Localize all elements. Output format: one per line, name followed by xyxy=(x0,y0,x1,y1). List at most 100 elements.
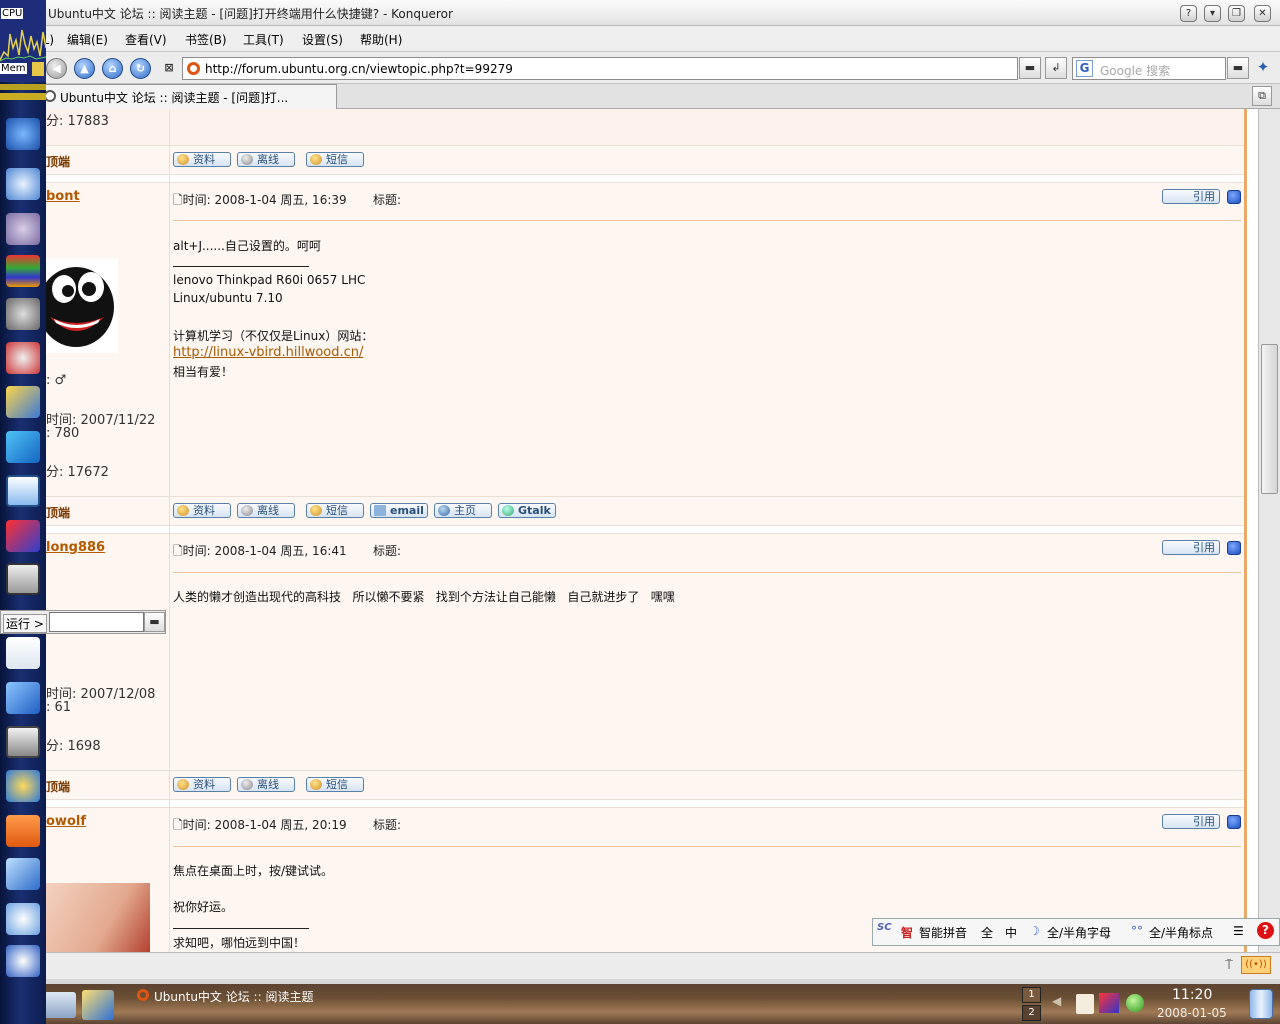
offline-button[interactable]: 离线 xyxy=(237,152,295,167)
menu-settings[interactable]: 设置(S) xyxy=(302,31,343,48)
edit-post-icon[interactable] xyxy=(1227,815,1241,829)
post-body: 焦点在桌面上时，按/键试试。 xyxy=(173,864,334,878)
maximize-icon[interactable]: ❐ xyxy=(1228,5,1245,22)
search-dropdown-icon[interactable]: ▬ xyxy=(1227,57,1249,79)
location-bar[interactable]: http://forum.ubuntu.org.cn/viewtopic.php… xyxy=(182,57,1018,80)
terminal-icon[interactable] xyxy=(6,563,40,595)
window-list-icon[interactable] xyxy=(6,726,40,758)
puzzle-icon[interactable] xyxy=(6,431,40,463)
pm-button[interactable]: 短信 xyxy=(306,503,364,518)
scrollbar-thumb[interactable] xyxy=(1261,344,1278,494)
home-icon[interactable] xyxy=(6,815,40,847)
edit-post-icon[interactable] xyxy=(1227,190,1241,204)
rss-feed-icon[interactable]: ((•)) xyxy=(1241,956,1271,974)
post-username[interactable]: owolf xyxy=(46,814,86,829)
post-username[interactable]: long886 xyxy=(46,540,105,555)
window-title-bar[interactable]: Ubuntu中文 论坛 :: 阅读主题 - [问题]打开终端用什么快捷键? - … xyxy=(0,0,1280,26)
desktop-2[interactable]: 2 xyxy=(1022,1005,1041,1021)
books-icon[interactable] xyxy=(6,255,40,287)
search-field[interactable]: G Google 搜索 xyxy=(1072,57,1226,80)
location-url[interactable]: http://forum.ubuntu.org.cn/viewtopic.php… xyxy=(205,62,513,76)
ime-chinese[interactable]: 中 xyxy=(1005,924,1017,941)
location-dropdown-icon[interactable]: ▬ xyxy=(1019,57,1041,79)
ime-toolbar[interactable]: SC 智 智能拼音 全 中 ☽ 全/半角字母 °° 全/半角标点 ☰ ? xyxy=(872,918,1280,946)
desktop-1[interactable]: 1 xyxy=(1022,987,1041,1003)
minimize-icon[interactable]: ▾ xyxy=(1204,5,1221,22)
run-dropdown-icon[interactable]: ▬ xyxy=(144,612,165,632)
pidgin-icon[interactable] xyxy=(6,213,40,245)
tray-arrow-icon[interactable]: ◀ xyxy=(1052,994,1066,1012)
igloo-icon[interactable] xyxy=(6,903,40,935)
kde-network-icon[interactable] xyxy=(6,945,40,977)
back-to-top-link[interactable]: 顶端 xyxy=(46,778,70,795)
klipper-icon[interactable] xyxy=(1076,994,1094,1014)
post-username[interactable]: bont xyxy=(46,189,80,204)
offline-button[interactable]: 离线 xyxy=(237,777,295,792)
email-button[interactable]: email xyxy=(370,503,428,518)
menu-edit[interactable]: 编辑(E) xyxy=(67,31,108,48)
tray-app-icon[interactable] xyxy=(1099,993,1119,1013)
reload-icon[interactable]: ↻ xyxy=(130,58,151,79)
home-nav-icon[interactable]: ⌂ xyxy=(102,58,123,79)
help-icon[interactable]: ? xyxy=(1180,5,1197,22)
pm-button[interactable]: 短信 xyxy=(306,152,364,167)
edit-post-icon[interactable] xyxy=(1227,541,1241,555)
close-icon[interactable]: ✕ xyxy=(1254,5,1271,22)
go-icon[interactable]: ↲ xyxy=(1045,57,1067,79)
text-editor-icon[interactable] xyxy=(6,637,40,669)
cpu-graph xyxy=(0,29,46,62)
clock-time[interactable]: 11:20 xyxy=(1172,987,1212,1003)
taskbar-task-konqueror[interactable]: Ubuntu中文 论坛 :: 阅读主题 xyxy=(132,986,332,1006)
package-icon[interactable] xyxy=(6,342,40,374)
search-placeholder[interactable]: Google 搜索 xyxy=(1100,62,1170,79)
ime-mode[interactable]: 智能拼音 xyxy=(919,924,967,941)
new-tab-icon[interactable]: ⧉ xyxy=(1252,86,1272,106)
ime-help-icon[interactable]: ? xyxy=(1257,922,1274,939)
run-input[interactable] xyxy=(49,612,144,632)
quote-button[interactable]: 引用 xyxy=(1162,814,1220,829)
profile-button[interactable]: 资料 xyxy=(173,152,231,167)
ime-full[interactable]: 全 xyxy=(981,924,993,941)
quote-button[interactable]: 引用 xyxy=(1162,540,1220,555)
ime-letter-width[interactable]: 全/半角字母 xyxy=(1047,924,1111,941)
menu-bookmarks[interactable]: 书签(B) xyxy=(185,31,227,48)
cleaner-icon[interactable] xyxy=(6,386,40,418)
pin-icon[interactable]: ⍑ xyxy=(1220,956,1238,974)
settings-icon[interactable] xyxy=(6,770,40,802)
back-to-top-link[interactable]: 顶端 xyxy=(46,153,70,170)
profile-button[interactable]: 资料 xyxy=(173,503,231,518)
gtalk-button[interactable]: Gtalk xyxy=(498,503,556,518)
vertical-scrollbar[interactable] xyxy=(1258,109,1280,952)
games-icon[interactable] xyxy=(6,298,40,330)
pm-button[interactable]: 短信 xyxy=(306,777,364,792)
menu-view[interactable]: 查看(V) xyxy=(125,31,167,48)
kpaint-icon[interactable] xyxy=(6,520,40,552)
system-monitor: CPU Mem xyxy=(0,0,46,82)
ime-setup-icon[interactable]: ☰ xyxy=(1233,924,1244,938)
signature-line: 计算机学习（不仅仅是Linux）网站： xyxy=(173,329,374,343)
offline-button[interactable]: 离线 xyxy=(237,503,295,518)
menu-tools[interactable]: 工具(T) xyxy=(243,31,284,48)
editor-launcher-icon[interactable] xyxy=(82,990,114,1020)
trash-icon[interactable] xyxy=(1249,989,1273,1019)
signature-link[interactable]: http://linux-vbird.hillwood.cn/ xyxy=(173,345,363,360)
tab-ubuntu-forum[interactable]: Ubuntu中文 论坛 :: 阅读主题 - [问题]打... xyxy=(40,84,337,109)
back-to-top-link[interactable]: 顶端 xyxy=(46,504,70,521)
file-manager-icon[interactable] xyxy=(6,858,40,890)
google-icon: G xyxy=(1076,60,1093,77)
sysmonitor-icon[interactable] xyxy=(6,475,40,507)
ime-punct-width[interactable]: 全/半角标点 xyxy=(1149,924,1213,941)
menu-help[interactable]: 帮助(H) xyxy=(360,31,402,48)
profile-button[interactable]: 资料 xyxy=(173,777,231,792)
clear-location-icon[interactable]: ⊠ xyxy=(158,58,180,80)
back-icon[interactable]: ◀ xyxy=(46,58,67,79)
kwrite-icon[interactable] xyxy=(6,682,40,714)
desktop-icon[interactable] xyxy=(44,992,76,1018)
run-button[interactable]: 运行 > xyxy=(3,614,47,633)
star-app-icon[interactable] xyxy=(6,168,40,200)
up-icon[interactable]: ▲ xyxy=(74,58,95,79)
network-status-icon[interactable] xyxy=(1126,994,1144,1012)
quote-button[interactable]: 引用 xyxy=(1162,189,1220,204)
homepage-button[interactable]: 主页 xyxy=(434,503,492,518)
network-icon[interactable] xyxy=(6,118,40,150)
